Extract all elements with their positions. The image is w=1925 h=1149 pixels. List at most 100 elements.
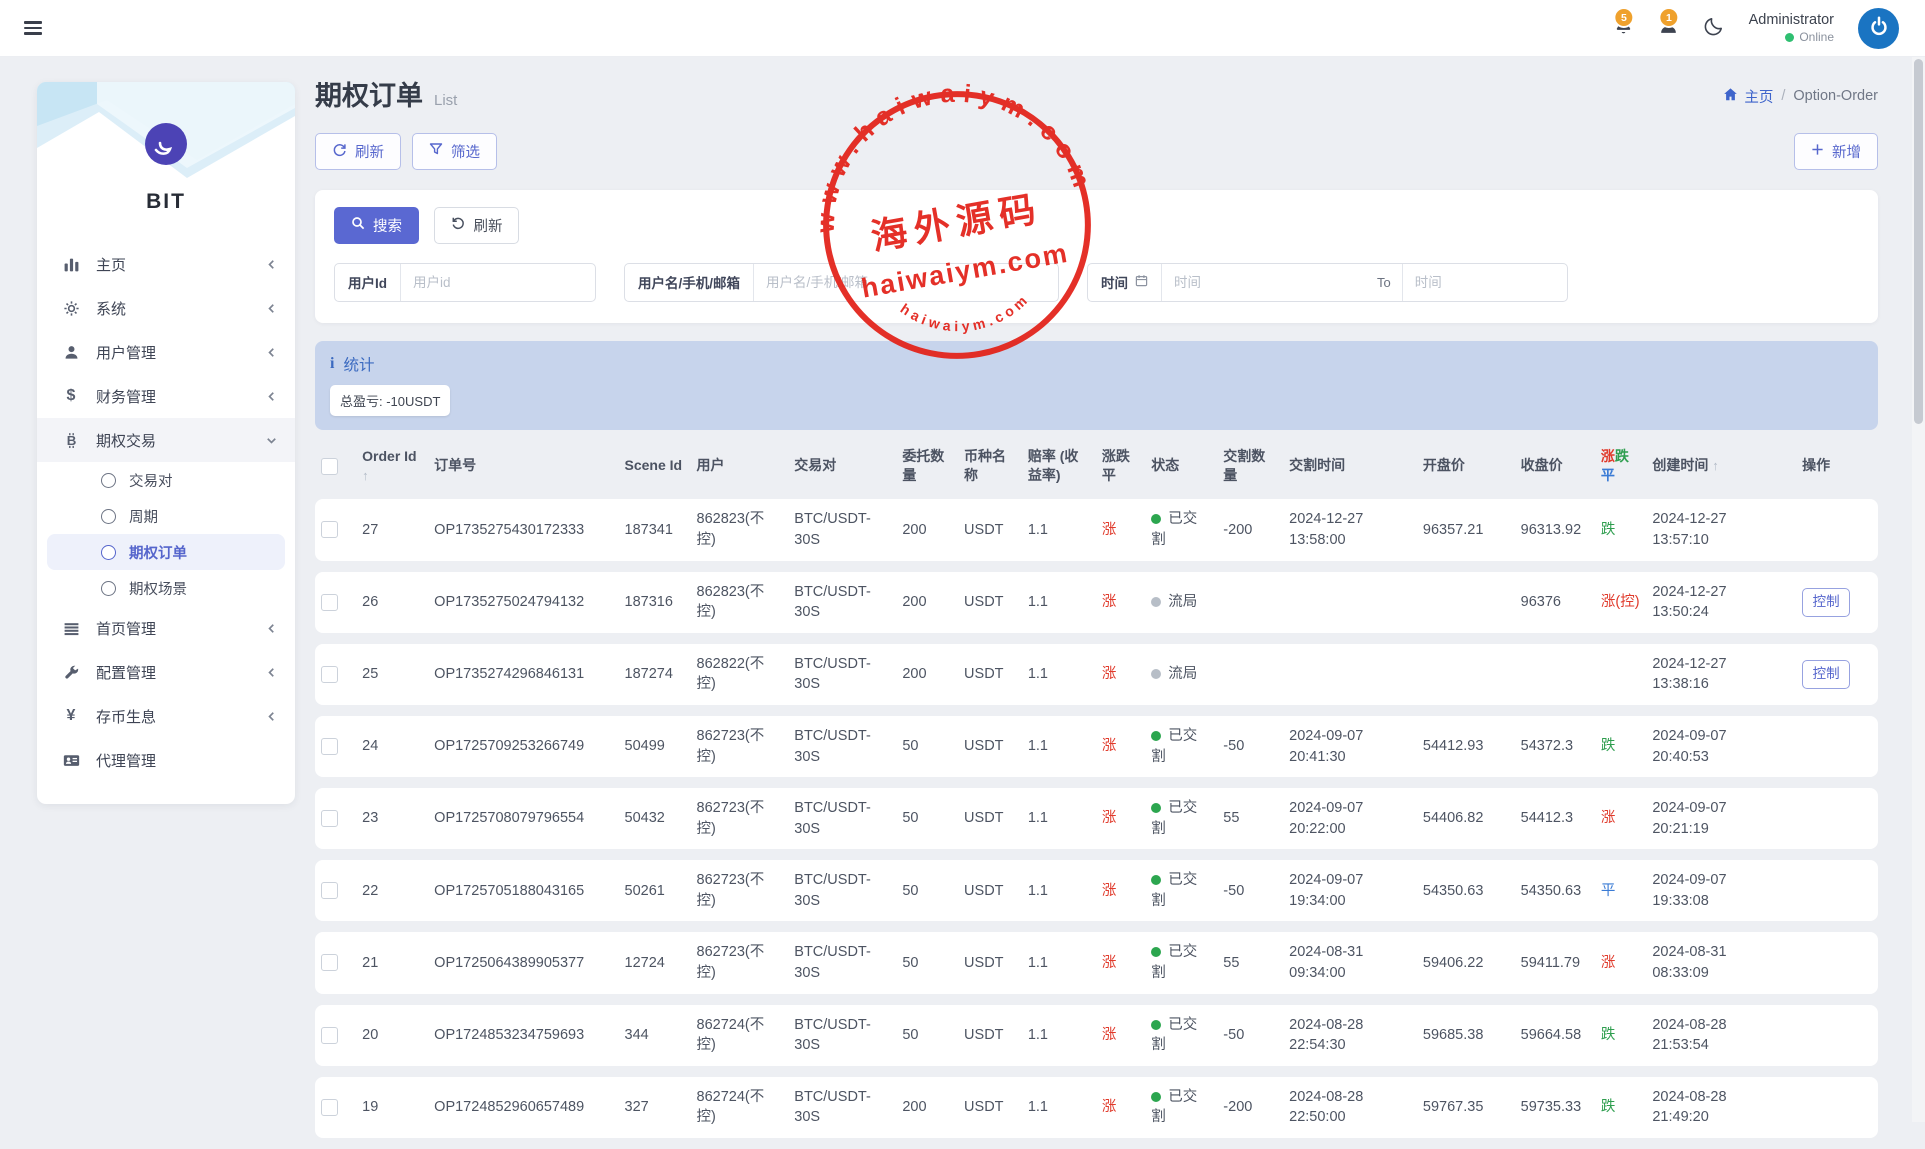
cell-amount: 200 [896,572,958,633]
cell-action [1780,716,1878,777]
cell-result [1595,644,1646,705]
notifications-bell[interactable]: 5 [1613,15,1634,41]
row-checkbox[interactable] [321,666,338,683]
cell-status: 已交割 [1145,1005,1217,1066]
cell-created-at: 2024-08-31 08:33:09 [1646,932,1780,993]
row-checkbox[interactable] [321,521,338,538]
cell-direction: 涨 [1096,1005,1145,1066]
cell-scene-id: 187316 [619,572,691,633]
control-button[interactable]: 控制 [1802,660,1850,689]
menu-toggle-icon[interactable] [20,12,46,44]
sidebar-item-home[interactable]: 主页 [37,242,295,286]
user-id-label: 用户Id [335,264,401,301]
header-delivery-time: 交割时间 [1283,443,1417,489]
sidebar-item-label: 财务管理 [96,386,156,407]
cell-delivery-time: 2024-12-27 13:58:00 [1283,499,1417,560]
brand-name: BIT [37,190,295,214]
time-to-input[interactable] [1403,264,1567,301]
sidebar-item-homepage-manage[interactable]: 首页管理 [37,606,295,650]
header-created-at[interactable]: 创建时间 ↑ [1646,443,1780,489]
sidebar-item-config[interactable]: 配置管理 [37,650,295,694]
username-input[interactable] [754,264,1058,301]
cell-action: 控制 [1780,644,1878,705]
header-order-id[interactable]: Order Id ↑ [356,443,428,489]
table-row: 22OP172570518804316550261862723(不控)BTC/U… [315,860,1878,921]
sidebar-subitem-period[interactable]: 周期 [37,498,295,534]
cell-close-price: 59664.58 [1515,1005,1595,1066]
status-dot-icon [1151,875,1161,885]
filter-button[interactable]: 筛选 [412,133,497,170]
sidebar-item-agents[interactable]: 代理管理 [37,738,295,782]
page-subtitle: List [434,92,457,109]
sidebar-item-system[interactable]: 系统 [37,286,295,330]
select-all-checkbox[interactable] [321,458,338,475]
sidebar-item-finance[interactable]: $ 财务管理 [37,374,295,418]
cell-status: 已交割 [1145,1077,1217,1138]
row-checkbox[interactable] [321,594,338,611]
sidebar-subitem-option-orders[interactable]: 期权订单 [47,534,285,570]
cell-user: 862823(不控) [691,499,789,560]
avatar[interactable] [1858,8,1899,49]
user-manage-icon [61,344,81,361]
refresh-button[interactable]: 刷新 [315,133,401,170]
cell-action [1780,860,1878,921]
cell-created-at: 2024-08-28 21:53:54 [1646,1005,1780,1066]
header-order-no: 订单号 [428,443,618,489]
reset-button[interactable]: 刷新 [434,207,519,244]
row-checkbox[interactable] [321,882,338,899]
sidebar: BIT 主页 系统 用户管理 $ 财务管理 [37,82,295,804]
sidebar-item-users[interactable]: 用户管理 [37,330,295,374]
scrollbar-thumb[interactable] [1914,59,1923,424]
breadcrumb-home-link[interactable]: 主页 [1723,86,1773,107]
cell-delivery-time: 2024-08-28 22:50:00 [1283,1077,1417,1138]
row-checkbox[interactable] [321,738,338,755]
header-user: 用户 [691,443,789,489]
row-checkbox[interactable] [321,810,338,827]
cell-checkbox [315,1077,356,1138]
search-button[interactable]: 搜索 [334,207,419,244]
cell-order-id: 20 [356,1005,428,1066]
status-dot-icon [1151,669,1161,679]
row-checkbox[interactable] [321,954,338,971]
dollar-icon: $ [61,388,81,404]
cell-direction: 涨 [1096,499,1145,560]
admin-info: Administrator Online [1749,11,1834,45]
page-scrollbar[interactable] [1912,57,1925,1122]
cell-action [1780,932,1878,993]
user-id-input[interactable] [401,264,595,301]
status-dot-icon [1151,1092,1161,1102]
cell-user: 862723(不控) [691,716,789,777]
admin-name: Administrator [1749,11,1834,30]
radio-icon [101,581,116,596]
sidebar-subitem-trading-pairs[interactable]: 交易对 [37,462,295,498]
wrench-icon [61,664,81,681]
add-button[interactable]: 新增 [1794,133,1878,170]
row-checkbox[interactable] [321,1099,338,1116]
table-row: 24OP172570925326674950499862723(不控)BTC/U… [315,716,1878,777]
cell-result: 跌 [1595,1005,1646,1066]
user-notifications[interactable]: 1 [1658,15,1679,41]
cell-order-no: OP1725709253266749 [428,716,618,777]
control-button[interactable]: 控制 [1802,588,1850,617]
row-checkbox[interactable] [321,1027,338,1044]
sidebar-subitem-option-scenes[interactable]: 期权场景 [37,570,295,606]
svg-text:B: B [66,432,76,447]
cell-delivery-time [1283,572,1417,633]
time-to-label: To [1366,264,1403,301]
cell-order-no: OP1725708079796554 [428,788,618,849]
orders-table: Order Id ↑ 订单号 Scene Id 用户 交易对 委托数量 币种名称… [315,432,1878,1149]
header-close-price: 收盘价 [1515,443,1595,489]
cell-open-price: 54412.93 [1417,716,1515,777]
table-row: 27OP1735275430172333187341862823(不控)BTC/… [315,499,1878,560]
dark-mode-toggle[interactable] [1703,15,1725,42]
cell-order-no: OP1724852960657489 [428,1077,618,1138]
cell-pair: BTC/USDT-30S [788,788,896,849]
time-from-input[interactable] [1162,264,1366,301]
sidebar-item-staking[interactable]: ¥ 存币生息 [37,694,295,738]
sidebar-item-option-trading[interactable]: B 期权交易 [37,418,295,462]
cell-result: 跌 [1595,716,1646,777]
header-result: 涨跌平 [1595,443,1646,489]
cell-amount: 50 [896,716,958,777]
cell-order-no: OP1735274296846131 [428,644,618,705]
cell-pair: BTC/USDT-30S [788,499,896,560]
